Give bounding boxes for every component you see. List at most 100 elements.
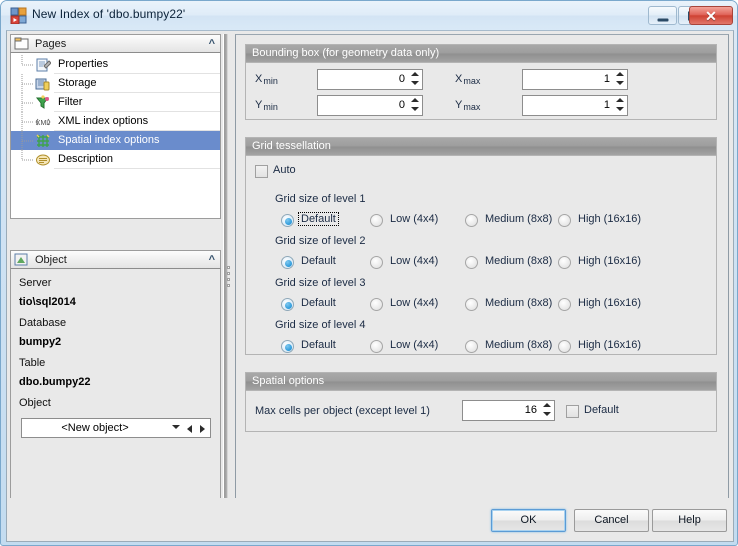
radio-dot [465,340,478,353]
minimize-button[interactable] [648,6,677,25]
sidebar-item-storage[interactable]: Storage [11,74,220,93]
spatial-index-options-page: Bounding box (for geometry data only) Xm… [235,34,729,504]
spinner-arrows[interactable] [410,98,419,114]
tree-connector-icon [21,112,35,131]
sidebar-item-label: XML index options [58,115,149,127]
checkbox-box [566,405,579,418]
chevron-up-icon[interactable]: ^ [209,254,215,266]
radio-dot [558,256,571,269]
grid-tessellation-title: Grid tessellation [246,138,716,156]
bounding-box-title: Bounding box (for geometry data only) [246,45,716,63]
y-min-label: Ymin [255,99,278,112]
sidebar-item-filter[interactable]: Filter [11,93,220,112]
object-combo[interactable]: <New object> [21,418,211,438]
database-value: bumpy2 [19,336,62,348]
object-details: Server tio\sql2014 Database bumpy2 Table… [10,269,221,504]
sidebar-item-label: Description [58,153,114,165]
tree-connector-icon [21,55,35,74]
y-max-value: 1 [603,99,610,111]
sidebar-item-label: Spatial index options [58,134,160,146]
pages-tree: Properties Storage Filter XML XML index … [11,55,220,169]
grid-tessellation-body: Auto Grid size of level 1 Default Low (4… [246,156,716,354]
table-value: dbo.bumpy22 [19,376,91,388]
next-arrow-icon[interactable] [200,425,205,433]
tree-connector-icon [21,131,35,150]
tree-connector-icon [21,150,35,169]
chevron-up-icon[interactable]: ^ [209,38,215,50]
max-cells-spinner[interactable]: 16 [462,400,555,421]
spinner-up-icon [410,98,419,102]
spinner-up-icon [615,72,624,76]
x-max-spinner[interactable]: 1 [522,69,628,90]
xml-index-icon: XML [35,114,51,130]
sidebar-item-properties[interactable]: Properties [11,55,220,74]
level2-radio-medium-label: Medium (8x8) [485,255,553,267]
spinner-arrows[interactable] [542,403,551,419]
level4-radio-default-label: Default [301,339,336,351]
x-min-spinner[interactable]: 0 [317,69,423,90]
close-button[interactable]: ✕ [689,6,733,25]
spinner-arrows[interactable] [615,98,624,114]
splitter-grip[interactable] [227,266,231,288]
level1-radio-default-label: Default [298,212,339,226]
properties-page-icon [35,57,52,73]
window-title: New Index of 'dbo.bumpy22' [32,7,186,21]
x-min-sub: min [263,76,278,86]
sidebar-item-xml-index-options[interactable]: XML XML index options [11,112,220,131]
sidebar-item-spatial-index-options[interactable]: Spatial index options [11,131,220,150]
pages-list[interactable]: Properties Storage Filter XML XML index … [10,53,221,219]
storage-page-icon [35,76,51,92]
pages-panel-title: Pages [35,38,67,50]
filter-funnel-icon [35,95,51,111]
spatial-grid-icon [35,133,51,149]
tree-connector-icon [21,74,35,93]
y-max-sub: max [463,102,481,112]
spinner-down-icon [615,107,624,111]
dialog-client-area: Pages ^ Properties Storage Filter XML XM… [6,30,734,538]
spatial-options-title: Spatial options [246,373,716,391]
object-panel-header[interactable]: Object ^ [10,250,221,269]
level3-radio-low-label: Low (4x4) [390,297,439,309]
dialog-button-bar: OK Cancel Help [6,498,734,542]
auto-checkbox-label: Auto [273,164,296,176]
object-pane: Object ^ Server tio\sql2014 Database bum… [10,250,221,504]
grid-level-2-label: Grid size of level 2 [275,235,366,247]
spinner-arrows[interactable] [410,72,419,88]
prev-arrow-icon[interactable] [187,425,192,433]
sidebar-item-label: Properties [58,58,109,70]
y-min-spinner[interactable]: 0 [317,95,423,116]
database-label: Database [19,317,67,329]
help-button[interactable]: Help [652,509,727,532]
title-bar: New Index of 'dbo.bumpy22' ✕ [1,1,737,30]
row-divider [54,168,220,169]
x-max-value: 1 [603,73,610,85]
grid-level-3-label: Grid size of level 3 [275,277,366,289]
grid-level-4-label: Grid size of level 4 [275,319,366,331]
y-min-value: 0 [398,99,405,111]
minimize-icon [657,18,668,21]
radio-dot [370,298,383,311]
level1-radio-low-label: Low (4x4) [390,213,439,225]
pane-splitter[interactable] [223,34,232,504]
chevron-down-icon[interactable] [172,425,180,429]
ok-button[interactable]: OK [491,509,566,532]
cancel-button[interactable]: Cancel [574,509,649,532]
spatial-options-body: Max cells per object (except level 1) 16… [246,391,716,431]
index-table-icon [10,7,27,25]
radio-dot [281,256,294,269]
x-min-value: 0 [398,73,405,85]
y-max-spinner[interactable]: 1 [522,95,628,116]
max-cells-default-label: Default [584,404,619,416]
x-min-label: Xmin [255,73,278,86]
max-cells-value: 16 [524,404,537,416]
radio-dot [558,340,571,353]
object-label: Object [19,397,51,409]
spinner-down-icon [410,81,419,85]
tree-connector-icon [21,93,35,112]
sidebar-item-description[interactable]: Description [11,150,220,169]
pages-panel-header[interactable]: Pages ^ [10,34,221,53]
spatial-options-group: Spatial options Max cells per object (ex… [245,372,717,432]
spinner-arrows[interactable] [615,72,624,88]
level1-radio-high-label: High (16x16) [578,213,641,225]
level2-radio-low-label: Low (4x4) [390,255,439,267]
